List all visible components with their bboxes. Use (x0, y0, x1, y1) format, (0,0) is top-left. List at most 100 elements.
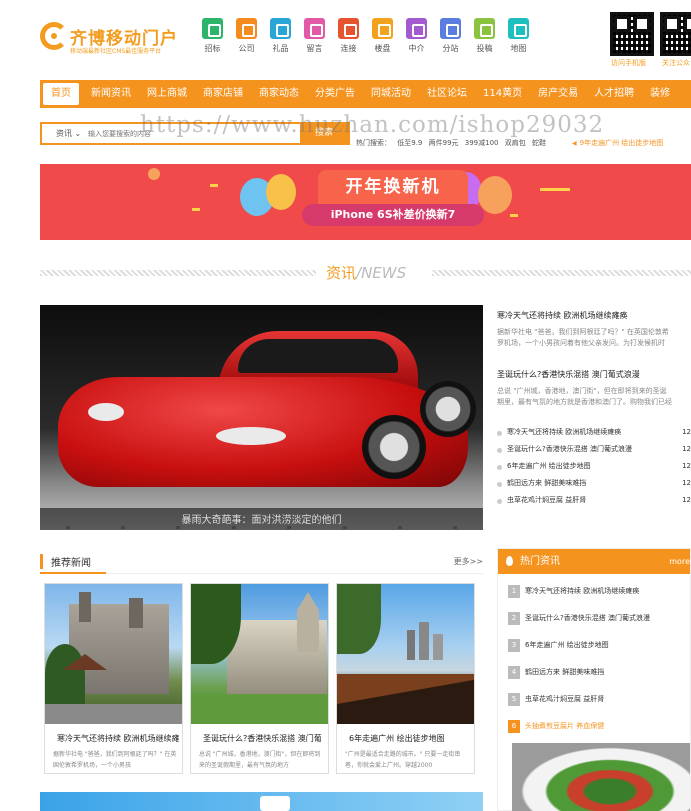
hot-search-term[interactable]: 399减100 (465, 139, 499, 147)
slider-caption[interactable]: 暴雨大奇葩事：面对洪涝淡定的他们 (40, 511, 483, 526)
top-nav-label: 分站 (442, 44, 459, 53)
hot-search-term[interactable]: 双肩包 (505, 139, 526, 147)
main-nav-item[interactable]: 商家店铺 (195, 83, 251, 105)
headline-title[interactable]: 圣诞玩什么?香港快乐混搭 澳门葡式浪漫 (497, 369, 691, 380)
confetti-icon (148, 168, 160, 180)
main-nav-item[interactable]: 装修 (642, 83, 678, 105)
headline-list-date: 12 (682, 462, 691, 470)
car-headlight (88, 403, 124, 421)
news-slider[interactable]: 暴雨大奇葩事：面对洪涝淡定的他们 (40, 305, 483, 530)
hot-news-title-text: 圣诞玩什么?香港快乐混搭 澳门葡式浪漫 (525, 614, 650, 622)
hot-news-item[interactable]: 1 寒冷天气还将持续 欧洲机场继续瘫痪 (498, 578, 690, 605)
car-windshield (238, 339, 398, 373)
confetti-icon (540, 188, 570, 191)
top-nav-item[interactable]: 楼盘 (366, 18, 399, 54)
headline-list-item[interactable]: 圣诞玩什么?香港快乐混搭 澳门葡式浪漫 12 (497, 441, 691, 458)
recommend-card[interactable]: 圣诞玩什么?香港快乐混搭 澳门葡 总说 "广州城，香港地，澳门街"，但在即将到来… (190, 583, 329, 774)
top-nav-item[interactable]: 礼品 (264, 18, 297, 54)
card-image-castle (45, 584, 182, 724)
mobile-qr-label[interactable]: 访问手机版 (611, 58, 646, 68)
top-icon-nav: 招标 公司 礼品 留言 连接 楼盘 中介 分站 投稿 地图 (196, 18, 536, 54)
hot-news-item[interactable]: 6 头抽煮煎豆腐片 养血保健 (498, 713, 690, 740)
top-nav-item[interactable]: 地图 (502, 18, 535, 54)
headline-title[interactable]: 寒冷天气还将持续 欧洲机场继续瘫痪 (497, 310, 691, 321)
main-nav-item[interactable]: 114黄页 (475, 83, 530, 105)
hot-news-item[interactable]: 4 鹤田远方来 鲜甜美味难挡 (498, 659, 690, 686)
car-wheel (362, 415, 426, 479)
notice-ticker[interactable]: 9年走遍广州 绘出徒步地图 (572, 138, 664, 148)
card-title[interactable]: 6年走遍广州 绘出徒步地图 (349, 733, 471, 744)
main-nav-item[interactable]: 商家动态 (251, 83, 307, 105)
headline-list-date: 12 (682, 479, 691, 487)
headline-list-item[interactable]: 6年走遍广州 绘出徒步地图 12 (497, 458, 691, 475)
hot-news-list: 1 寒冷天气还将持续 欧洲机场继续瘫痪 2 圣诞玩什么?香港快乐混搭 澳门葡式浪漫 3 6… (498, 578, 690, 740)
card-desc: "广州是最适合走路的城市。" 只要一走街串巷，你就会爱上广州。穿越2000 (345, 751, 461, 769)
recommend-card[interactable]: 寒冷天气还将持续 欧洲机场继续瘫痪 据新华社电 "爸爸，我们到阿根廷了吗？" 在… (44, 583, 183, 774)
recommend-header: 推荐新闻 更多>> (40, 550, 483, 574)
hot-search-label: 热门搜索： (356, 139, 391, 147)
recommend-card[interactable]: 6年走遍广州 绘出徒步地图 "广州是最适合走路的城市。" 只要一走街串巷，你就会… (336, 583, 475, 774)
watermark: https://www.huzhan.com/ishop29032 (140, 112, 605, 138)
search-category-select[interactable]: 资讯 ⌄ (42, 124, 84, 143)
hot-search-term[interactable]: 两件99元 (429, 139, 459, 147)
hot-news-more-link[interactable]: more (669, 549, 690, 574)
main-nav-item[interactable]: 人才招聘 (586, 83, 642, 105)
hot-news-food-image[interactable] (512, 743, 690, 811)
tender-icon (202, 18, 223, 39)
main-nav-item[interactable]: 新闻资讯 (83, 83, 139, 105)
headline-news: 寒冷天气还将持续 欧洲机场继续瘫痪 据新华社电 "爸爸，我们到阿根廷了吗？" 在… (497, 305, 691, 509)
hot-news-item[interactable]: 2 圣诞玩什么?香港快乐混搭 澳门葡式浪漫 (498, 605, 690, 632)
company-icon (236, 18, 257, 39)
hot-news-header: 热门资讯 more (498, 549, 690, 574)
top-nav-label: 楼盘 (374, 44, 391, 53)
link-icon (338, 18, 359, 39)
main-nav-item[interactable]: 社区论坛 (419, 83, 475, 105)
top-nav-item[interactable]: 分站 (434, 18, 467, 54)
headline-list-title: 鹤田远方来 鲜甜美味难挡 (507, 479, 587, 487)
car-headlight (216, 427, 286, 445)
hot-news-title-text: 6年走遍广州 绘出徒步地图 (525, 641, 609, 649)
card-desc: 据新华社电 "爸爸，我们到阿根廷了吗？" 在英国伦敦希罗机场，一个小男孩 (53, 751, 177, 769)
site-header: 齐博移动门户 移动端最新社区CMS最佳服务平台 招标 公司 礼品 留言 连接 楼盘 中介 分站… (0, 0, 691, 78)
rank-badge: 4 (508, 666, 520, 679)
top-nav-item[interactable]: 连接 (332, 18, 365, 54)
card-image-chateau (191, 584, 328, 724)
bottom-ad-strip[interactable] (40, 792, 483, 811)
headline-list: 寒冷天气还将持续 欧洲机场继续瘫痪 12 圣诞玩什么?香港快乐混搭 澳门葡式浪漫 12… (497, 424, 691, 509)
main-nav-item[interactable]: 分类广告 (307, 83, 363, 105)
hot-search-term[interactable]: 蛇鞋 (532, 139, 546, 147)
promo-banner[interactable]: 开年换新机 iPhone 6S补差价换新7 (40, 164, 691, 240)
card-title[interactable]: 圣诞玩什么?香港快乐混搭 澳门葡 (203, 733, 325, 744)
hot-news-item[interactable]: 5 虫草花鸡汁焖豆腐 益肝肾 (498, 686, 690, 713)
top-nav-item[interactable]: 中介 (400, 18, 433, 54)
top-nav-label: 公司 (238, 44, 255, 53)
headline-list-item[interactable]: 寒冷天气还将持续 欧洲机场继续瘫痪 12 (497, 424, 691, 441)
rank-badge: 6 (508, 720, 520, 733)
car-wheel (420, 381, 476, 437)
card-title[interactable]: 寒冷天气还将持续 欧洲机场继续瘫痪 (57, 733, 179, 744)
rank-badge: 1 (508, 585, 520, 598)
main-nav-item[interactable]: 首页 (43, 83, 79, 105)
logo-mark-icon (40, 22, 68, 50)
confetti-icon (192, 208, 200, 211)
hot-news-title-text: 虫草花鸡汁焖豆腐 益肝肾 (525, 695, 605, 703)
headline-list-item[interactable]: 鹤田远方来 鲜甜美味难挡 12 (497, 475, 691, 492)
top-nav-item[interactable]: 留言 (298, 18, 331, 54)
headline-desc: 据新华社电 "爸爸，我们到阿根廷了吗？" 在英国伦敦希 罗机场，一个小男孩问着有他… (497, 328, 669, 347)
main-nav-item[interactable]: 同城活动 (363, 83, 419, 105)
top-nav-item[interactable]: 公司 (230, 18, 263, 54)
headline-list-item[interactable]: 虫草花鸡汁焖豆腐 益肝肾 12 (497, 492, 691, 509)
site-logo[interactable]: 齐博移动门户 移动端最新社区CMS最佳服务平台 (40, 20, 180, 60)
top-nav-item[interactable]: 投稿 (468, 18, 501, 54)
card-desc: 总说 "广州城，香港地，澳门街"，但在即将到来的圣诞假期里，最有气氛的地方 (199, 751, 321, 769)
main-nav-item[interactable]: 网上商城 (139, 83, 195, 105)
main-nav-item[interactable]: 房产交易 (530, 83, 586, 105)
recommend-more-link[interactable]: 更多>> (454, 556, 483, 567)
wechat-qr-label[interactable]: 关注公众 (662, 58, 690, 68)
top-nav-item[interactable]: 招标 (196, 18, 229, 54)
headline-list-date: 12 (682, 496, 691, 504)
hot-search-term[interactable]: 低至9.9 (397, 139, 422, 147)
agent-icon (406, 18, 427, 39)
hot-news-item[interactable]: 3 6年走遍广州 绘出徒步地图 (498, 632, 690, 659)
slider-dots[interactable] (40, 526, 483, 529)
